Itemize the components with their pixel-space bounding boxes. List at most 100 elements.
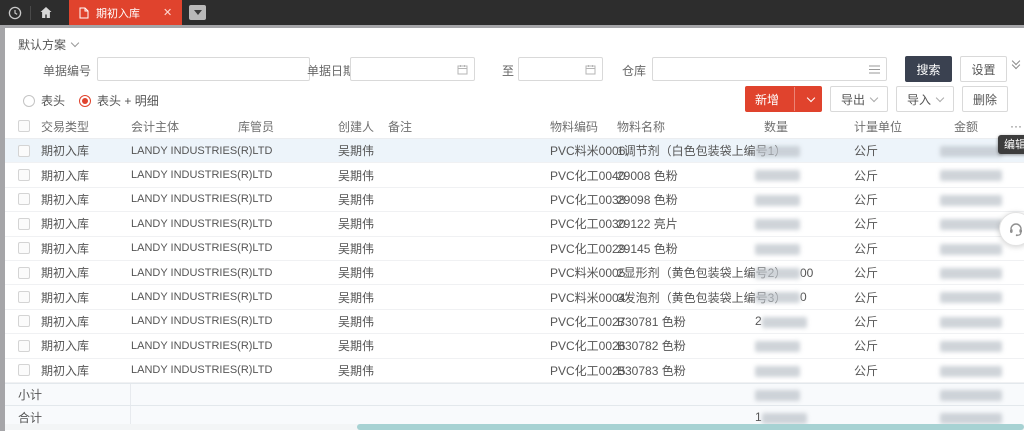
table-row[interactable]: 期初入库 LANDY INDUSTRIES(R)LTD 吴期伟 PVC化工002… xyxy=(5,359,1024,383)
table-row[interactable]: 期初入库 LANDY INDUSTRIES(R)LTD 吴期伟 PVC料米000… xyxy=(5,285,1024,309)
import-button[interactable]: 导入 xyxy=(896,86,954,112)
row-checkbox[interactable] xyxy=(18,169,30,181)
row-checkbox[interactable] xyxy=(18,364,30,376)
table-body: 期初入库 LANDY INDUSTRIES(R)LTD 吴期伟 PVC料米000… xyxy=(5,139,1024,383)
doc-no-field xyxy=(97,57,310,81)
doc-no-input[interactable] xyxy=(98,58,309,80)
col-amount[interactable]: 金额 xyxy=(940,118,1010,135)
app-window: 期初入库 ✕ 默认方案 单据编号 单据日期 xyxy=(0,0,1024,431)
tab-initial-inbound[interactable]: 期初入库 ✕ xyxy=(69,0,182,25)
delete-button[interactable]: 删除 xyxy=(962,86,1008,112)
col-creator[interactable]: 创建人 xyxy=(338,118,388,135)
col-material-code[interactable]: 物料编码 xyxy=(550,118,617,135)
select-all-checkbox[interactable] xyxy=(18,120,30,132)
blurred-amount xyxy=(940,170,1002,181)
table-row[interactable]: 期初入库 LANDY INDUSTRIES(R)LTD 吴期伟 PVC化工002… xyxy=(5,237,1024,261)
import-label: 导入 xyxy=(907,91,931,108)
filter-scheme-dropdown[interactable]: 默认方案 xyxy=(18,36,78,53)
table-row[interactable]: 期初入库 LANDY INDUSTRIES(R)LTD 吴期伟 PVC化工004… xyxy=(5,163,1024,187)
cell-material-name: 29008 色粉 xyxy=(617,167,755,184)
row-checkbox[interactable] xyxy=(18,145,30,157)
delete-label: 删除 xyxy=(973,91,997,108)
row-checkbox[interactable] xyxy=(18,242,30,254)
blurred-amount xyxy=(940,146,1002,157)
tab-close-icon[interactable]: ✕ xyxy=(163,6,172,19)
calendar-icon[interactable] xyxy=(457,64,468,75)
more-columns-icon[interactable]: ··· xyxy=(1010,119,1024,133)
table-row[interactable]: 期初入库 LANDY INDUSTRIES(R)LTD 吴期伟 PVC化工002… xyxy=(5,310,1024,334)
cell-quantity: 2 xyxy=(755,314,854,328)
table-row[interactable]: 期初入库 LANDY INDUSTRIES(R)LTD 吴期伟 PVC料米000… xyxy=(5,139,1024,163)
cell-transaction-type: 期初入库 xyxy=(41,362,131,379)
radio-header-detail[interactable]: 表头 + 明细 xyxy=(79,92,159,109)
cell-quantity xyxy=(755,217,854,231)
col-warehouse-keeper[interactable]: 库管员 xyxy=(238,118,338,135)
table-row[interactable]: 期初入库 LANDY INDUSTRIES(R)LTD 吴期伟 PVC化工002… xyxy=(5,334,1024,358)
subtotal-amount xyxy=(940,387,1010,401)
row-checkbox[interactable] xyxy=(18,193,30,205)
table-row[interactable]: 期初入库 LANDY INDUSTRIES(R)LTD 吴期伟 PVC化工003… xyxy=(5,212,1024,236)
add-dropdown-icon[interactable] xyxy=(801,97,821,101)
cell-amount: 编辑 删除 xyxy=(940,192,1010,206)
blurred-value xyxy=(762,413,807,424)
cell-material-name: B30781 色粉 xyxy=(617,313,755,330)
history-icon[interactable] xyxy=(0,0,30,25)
subtotal-row: 小计 xyxy=(5,383,1024,405)
cell-unit: 公斤 xyxy=(854,289,940,306)
date-to-label: 至 xyxy=(502,62,514,79)
row-checkbox[interactable] xyxy=(18,340,30,352)
data-table: 交易类型 会计主体 库管员 创建人 备注 物料编码 物料名称 数量 计量单位 金… xyxy=(5,114,1024,429)
settings-button[interactable]: 设置 xyxy=(960,56,1007,82)
cell-material-name: 29098 色粉 xyxy=(617,191,755,208)
view-mode-radios: 表头 表头 + 明细 xyxy=(23,92,159,109)
cell-unit: 公斤 xyxy=(854,240,940,257)
cell-transaction-type: 期初入库 xyxy=(41,191,131,208)
row-edit-button[interactable]: 编辑 xyxy=(998,135,1024,154)
date-from-input[interactable] xyxy=(351,58,457,80)
cell-material-name: 2显形剂（黄色包装袋上编号2） xyxy=(617,264,755,281)
row-checkbox[interactable] xyxy=(18,218,30,230)
col-unit[interactable]: 计量单位 xyxy=(854,118,940,135)
expand-filters-icon[interactable] xyxy=(1013,61,1019,68)
cell-creator: 吴期伟 xyxy=(338,191,388,208)
tab-list-dropdown[interactable] xyxy=(189,5,206,20)
col-quantity[interactable]: 数量 xyxy=(755,118,854,135)
col-material-name[interactable]: 物料名称 xyxy=(617,118,755,135)
filter-bar: 单据编号 单据日期 至 仓库 xyxy=(5,54,1024,84)
cell-accounting-entity: LANDY INDUSTRIES(R)LTD xyxy=(131,193,238,205)
add-button[interactable]: 新增 xyxy=(745,86,822,112)
home-icon[interactable] xyxy=(31,0,61,25)
cell-unit: 公斤 xyxy=(854,215,940,232)
scrollbar-thumb[interactable] xyxy=(357,424,1024,430)
cell-amount: 编辑 删除 xyxy=(940,241,1010,255)
row-checkbox[interactable] xyxy=(18,315,30,327)
table-row[interactable]: 期初入库 LANDY INDUSTRIES(R)LTD 吴期伟 PVC料米000… xyxy=(5,261,1024,285)
cell-creator: 吴期伟 xyxy=(338,142,388,159)
row-checkbox[interactable] xyxy=(18,267,30,279)
cell-material-code: PVC化工0026 xyxy=(550,337,617,354)
date-to-input[interactable] xyxy=(519,58,585,80)
col-accounting-entity[interactable]: 会计主体 xyxy=(131,118,238,135)
cell-material-code: PVC料米0004 xyxy=(550,289,617,306)
blurred-quantity xyxy=(755,195,800,206)
calendar-icon[interactable] xyxy=(585,64,596,75)
col-transaction-type[interactable]: 交易类型 xyxy=(41,118,131,135)
warehouse-label: 仓库 xyxy=(622,62,646,79)
row-checkbox[interactable] xyxy=(18,291,30,303)
blurred-amount xyxy=(940,292,1002,303)
list-select-icon[interactable] xyxy=(869,65,880,74)
warehouse-input[interactable] xyxy=(653,58,869,80)
cell-accounting-entity: LANDY INDUSTRIES(R)LTD xyxy=(131,340,238,352)
col-remark[interactable]: 备注 xyxy=(388,118,550,135)
table-row[interactable]: 期初入库 LANDY INDUSTRIES(R)LTD 吴期伟 PVC化工003… xyxy=(5,188,1024,212)
cell-accounting-entity: LANDY INDUSTRIES(R)LTD xyxy=(131,267,238,279)
search-button[interactable]: 搜索 xyxy=(905,56,952,82)
radio-header-only[interactable]: 表头 xyxy=(23,92,65,109)
export-button[interactable]: 导出 xyxy=(830,86,888,112)
add-label: 新增 xyxy=(746,91,788,108)
blurred-quantity xyxy=(755,366,800,377)
cell-creator: 吴期伟 xyxy=(338,167,388,184)
cell-transaction-type: 期初入库 xyxy=(41,264,131,281)
chevron-down-icon xyxy=(71,39,79,47)
cell-transaction-type: 期初入库 xyxy=(41,215,131,232)
